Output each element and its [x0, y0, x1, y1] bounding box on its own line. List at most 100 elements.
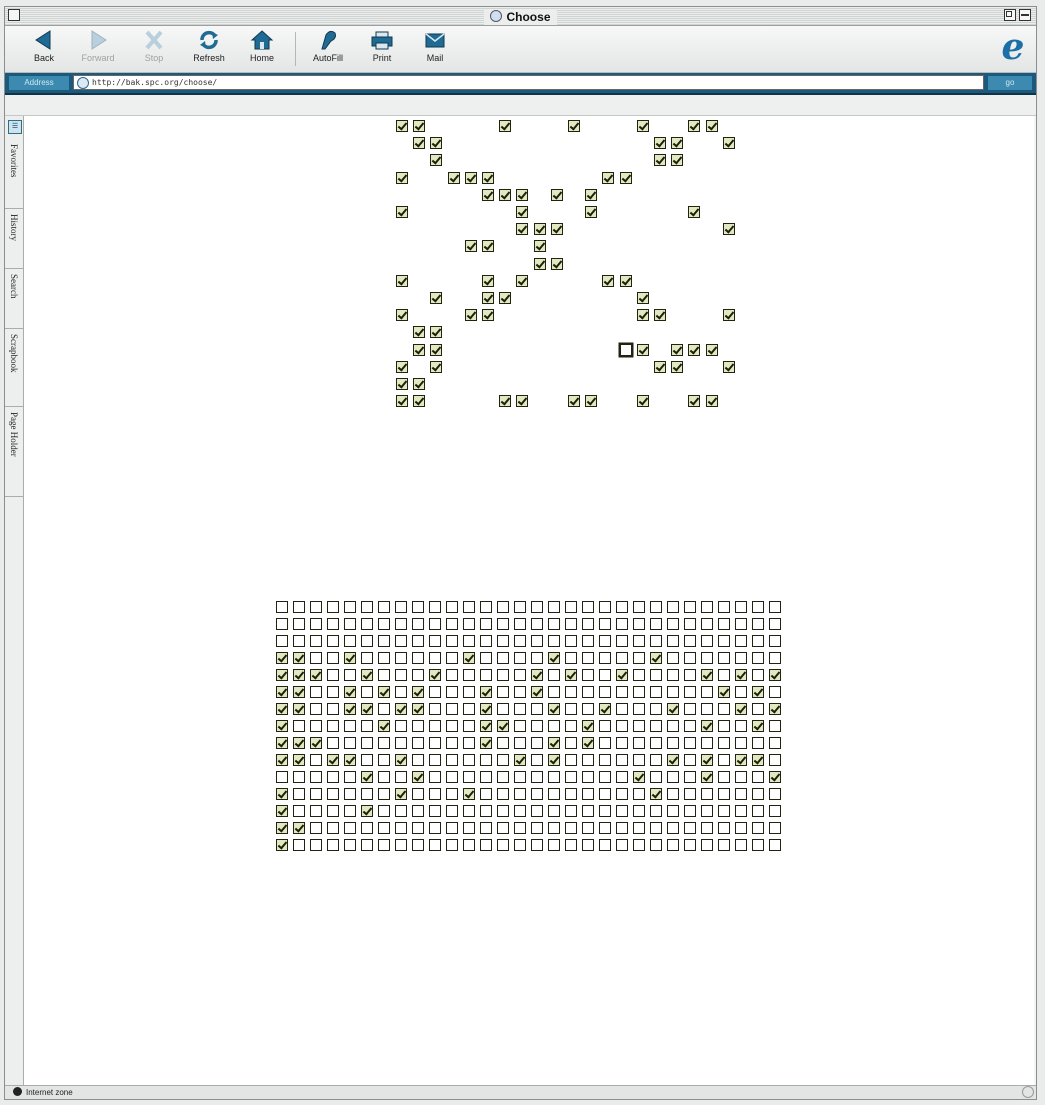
grid-checkbox[interactable]	[344, 839, 356, 851]
grid-checkbox[interactable]	[752, 822, 764, 834]
grid-checkbox[interactable]	[497, 618, 509, 630]
grid-checkbox[interactable]	[633, 822, 645, 834]
grid-checkbox[interactable]	[293, 601, 305, 613]
pattern-checkbox[interactable]	[430, 326, 443, 339]
grid-checkbox[interactable]	[480, 839, 492, 851]
grid-checkbox[interactable]	[480, 635, 492, 647]
pattern-checkbox[interactable]	[430, 154, 443, 167]
back-button[interactable]: Back	[19, 29, 69, 63]
grid-checkbox[interactable]	[514, 720, 526, 732]
grid-checkbox[interactable]	[565, 822, 577, 834]
grid-checkbox[interactable]	[480, 669, 492, 681]
grid-checkbox[interactable]	[276, 805, 288, 817]
grid-checkbox[interactable]	[395, 771, 407, 783]
grid-checkbox[interactable]	[361, 618, 373, 630]
pattern-checkbox[interactable]	[654, 137, 666, 150]
grid-checkbox[interactable]	[429, 805, 441, 817]
pattern-checkbox[interactable]	[482, 292, 494, 304]
pattern-checkbox[interactable]	[396, 274, 408, 287]
grid-checkbox[interactable]	[497, 839, 509, 851]
grid-checkbox[interactable]	[310, 839, 322, 851]
pattern-checkbox[interactable]	[722, 360, 735, 373]
zoom-box[interactable]	[1004, 9, 1016, 21]
grid-checkbox[interactable]	[565, 618, 577, 630]
grid-checkbox[interactable]	[548, 618, 560, 630]
grid-checkbox[interactable]	[395, 652, 407, 664]
grid-checkbox[interactable]	[497, 669, 509, 681]
pattern-checkbox[interactable]	[430, 292, 443, 304]
grid-checkbox[interactable]	[378, 805, 390, 817]
grid-checkbox[interactable]	[463, 720, 475, 732]
pattern-checkbox[interactable]	[636, 120, 649, 132]
grid-checkbox[interactable]	[412, 669, 424, 681]
grid-checkbox[interactable]	[378, 720, 390, 732]
grid-checkbox[interactable]	[565, 754, 577, 766]
grid-checkbox[interactable]	[361, 720, 373, 732]
grid-checkbox[interactable]	[395, 635, 407, 647]
grid-checkbox[interactable]	[531, 822, 543, 834]
grid-checkbox[interactable]	[480, 754, 492, 766]
grid-checkbox[interactable]	[701, 686, 713, 698]
grid-checkbox[interactable]	[599, 737, 611, 749]
pattern-checkbox[interactable]	[688, 395, 701, 408]
grid-checkbox[interactable]	[616, 703, 628, 715]
grid-checkbox[interactable]	[769, 754, 781, 766]
grid-checkbox[interactable]	[276, 720, 288, 732]
grid-checkbox[interactable]	[548, 601, 560, 613]
grid-checkbox[interactable]	[412, 771, 424, 783]
grid-checkbox[interactable]	[463, 788, 475, 800]
grid-checkbox[interactable]	[582, 720, 594, 732]
grid-checkbox[interactable]	[650, 669, 662, 681]
grid-checkbox[interactable]	[310, 822, 322, 834]
grid-checkbox[interactable]	[565, 635, 577, 647]
grid-checkbox[interactable]	[412, 720, 424, 732]
grid-checkbox[interactable]	[616, 686, 628, 698]
grid-checkbox[interactable]	[684, 601, 696, 613]
grid-checkbox[interactable]	[735, 805, 747, 817]
grid-checkbox[interactable]	[480, 822, 492, 834]
pattern-checkbox[interactable]	[482, 188, 494, 201]
grid-checkbox[interactable]	[650, 771, 662, 783]
grid-checkbox[interactable]	[446, 652, 458, 664]
grid-checkbox[interactable]	[701, 703, 713, 715]
grid-checkbox[interactable]	[344, 652, 356, 664]
grid-checkbox[interactable]	[565, 737, 577, 749]
grid-checkbox[interactable]	[514, 686, 526, 698]
grid-checkbox[interactable]	[378, 686, 390, 698]
grid-checkbox[interactable]	[276, 652, 288, 664]
grid-checkbox[interactable]	[497, 720, 509, 732]
grid-checkbox[interactable]	[548, 839, 560, 851]
grid-checkbox[interactable]	[718, 635, 730, 647]
grid-checkbox[interactable]	[769, 618, 781, 630]
grid-checkbox[interactable]	[667, 805, 679, 817]
grid-checkbox[interactable]	[599, 771, 611, 783]
grid-checkbox[interactable]	[463, 822, 475, 834]
grid-checkbox[interactable]	[684, 669, 696, 681]
grid-checkbox[interactable]	[684, 788, 696, 800]
grid-checkbox[interactable]	[344, 618, 356, 630]
grid-checkbox[interactable]	[327, 788, 339, 800]
grid-checkbox[interactable]	[667, 771, 679, 783]
grid-checkbox[interactable]	[514, 805, 526, 817]
pattern-checkbox[interactable]	[585, 188, 598, 201]
grid-checkbox[interactable]	[497, 737, 509, 749]
grid-checkbox[interactable]	[735, 669, 747, 681]
grid-checkbox[interactable]	[344, 601, 356, 613]
grid-checkbox[interactable]	[582, 669, 594, 681]
grid-checkbox[interactable]	[718, 822, 730, 834]
tab-favorites[interactable]: Favorites	[5, 138, 23, 209]
grid-checkbox[interactable]	[701, 805, 713, 817]
pattern-checkbox[interactable]	[482, 309, 494, 322]
pattern-checkbox[interactable]	[550, 188, 563, 201]
grid-checkbox[interactable]	[480, 652, 492, 664]
grid-checkbox[interactable]	[531, 754, 543, 766]
grid-checkbox[interactable]	[582, 601, 594, 613]
grid-checkbox[interactable]	[735, 618, 747, 630]
grid-checkbox[interactable]	[633, 703, 645, 715]
pattern-checkbox[interactable]	[688, 120, 701, 132]
grid-checkbox[interactable]	[548, 720, 560, 732]
grid-checkbox[interactable]	[701, 720, 713, 732]
grid-checkbox[interactable]	[361, 822, 373, 834]
grid-checkbox[interactable]	[293, 669, 305, 681]
pattern-checkbox[interactable]	[585, 206, 598, 218]
